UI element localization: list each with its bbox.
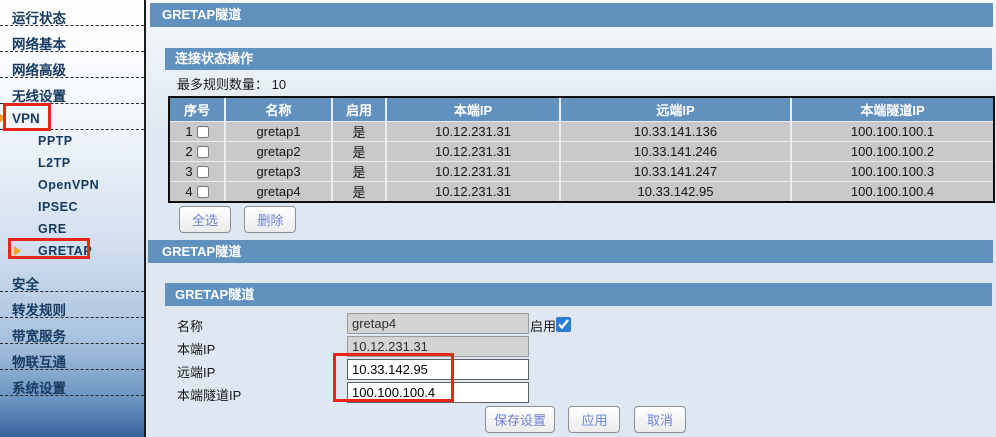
cell-tunnel-ip: 100.100.100.4 [791, 181, 993, 201]
row-index-cell: 4 [170, 181, 225, 201]
cell-remote-ip: 10.33.141.136 [560, 121, 791, 141]
cell-remote-ip: 10.33.142.95 [560, 181, 791, 201]
sidebar-item-openvpn[interactable]: OpenVPN [0, 174, 144, 196]
row-select-checkbox[interactable] [197, 166, 209, 178]
cell-remote-ip: 10.33.141.246 [560, 141, 791, 161]
sidebar-item-network-basic[interactable]: 网络基本 [0, 26, 144, 52]
row-select-checkbox[interactable] [197, 126, 209, 138]
sidebar-item-gre[interactable]: GRE [0, 218, 144, 240]
delete-button[interactable]: 删除 [244, 206, 296, 233]
orange-arrow-icon [14, 246, 21, 256]
cell-name: gretap3 [225, 161, 332, 181]
row-number: 1 [185, 124, 192, 139]
cell-remote-ip: 10.33.141.247 [560, 161, 791, 181]
sidebar-item-l2tp[interactable]: L2TP [0, 152, 144, 174]
column-header-enabled: 启用 [332, 98, 386, 121]
tunnel-ip-field[interactable] [347, 382, 529, 403]
sidebar-item-gretap-label: GRETAP [38, 244, 92, 258]
connection-status-section-header: 连接状态操作 [165, 48, 992, 70]
orange-arrow-icon [0, 113, 6, 123]
cell-local-ip: 10.12.231.31 [386, 181, 560, 201]
main-content: GRETAP隧道 连接状态操作 最多规则数量： 10 序号 名称 启用 本端IP… [148, 0, 996, 437]
row-number: 2 [185, 144, 192, 159]
table-row: 3 gretap3 是 10.12.231.31 10.33.141.247 1… [170, 161, 993, 181]
vpn-submenu: PPTP L2TP OpenVPN IPSEC GRE GRETAP [0, 130, 144, 262]
cell-enabled: 是 [332, 141, 386, 161]
column-header-local-ip: 本端IP [386, 98, 560, 121]
remote-ip-label: 远端IP [177, 362, 215, 381]
table-row: 2 gretap2 是 10.12.231.31 10.33.141.246 1… [170, 141, 993, 161]
remote-ip-field[interactable] [347, 359, 529, 380]
cell-name: gretap2 [225, 141, 332, 161]
name-label: 名称 [177, 316, 203, 335]
column-header-remote-ip: 远端IP [560, 98, 791, 121]
save-settings-button[interactable]: 保存设置 [485, 406, 555, 433]
column-header-name: 名称 [225, 98, 332, 121]
cell-local-ip: 10.12.231.31 [386, 141, 560, 161]
local-ip-field[interactable] [347, 336, 529, 357]
cell-name: gretap4 [225, 181, 332, 201]
local-ip-label: 本端IP [177, 339, 215, 358]
cell-enabled: 是 [332, 161, 386, 181]
sidebar-nav: 运行状态 网络基本 网络高级 无线设置 VPN PPTP L2TP OpenVP… [0, 0, 146, 437]
sidebar-item-forwarding-rules[interactable]: 转发规则 [0, 292, 144, 318]
sidebar-item-network-advanced[interactable]: 网络高级 [0, 52, 144, 78]
row-select-checkbox[interactable] [197, 146, 209, 158]
page-title: GRETAP隧道 [150, 3, 993, 27]
enable-checkbox[interactable] [556, 317, 571, 332]
cell-local-ip: 10.12.231.31 [386, 121, 560, 141]
sidebar-item-gretap[interactable]: GRETAP [0, 240, 144, 262]
cell-enabled: 是 [332, 121, 386, 141]
apply-button[interactable]: 应用 [568, 406, 620, 433]
max-rules-text: 最多规则数量： 10 [177, 74, 286, 93]
cell-tunnel-ip: 100.100.100.2 [791, 141, 993, 161]
cell-local-ip: 10.12.231.31 [386, 161, 560, 181]
column-header-index: 序号 [170, 98, 225, 121]
gretap-tunnel-panel-header: GRETAP隧道 [165, 283, 992, 306]
row-index-cell: 1 [170, 121, 225, 141]
row-index-cell: 3 [170, 161, 225, 181]
sidebar-item-iot-interconnect[interactable]: 物联互通 [0, 344, 144, 370]
tunnel-ip-label: 本端隧道IP [177, 385, 241, 404]
column-header-tunnel-ip: 本端隧道IP [791, 98, 993, 121]
table-header-row: 序号 名称 启用 本端IP 远端IP 本端隧道IP [170, 98, 993, 121]
sidebar-item-wireless-settings[interactable]: 无线设置 [0, 78, 144, 104]
enable-label: 启用 [530, 316, 556, 335]
row-select-checkbox[interactable] [197, 186, 209, 198]
name-field[interactable] [347, 313, 529, 334]
cell-tunnel-ip: 100.100.100.3 [791, 161, 993, 181]
sidebar-item-pptp[interactable]: PPTP [0, 130, 144, 152]
sidebar-item-vpn[interactable]: VPN [0, 104, 144, 130]
cancel-button[interactable]: 取消 [634, 406, 686, 433]
select-all-button[interactable]: 全选 [179, 206, 231, 233]
sidebar-item-running-status[interactable]: 运行状态 [0, 0, 144, 26]
sidebar-item-bandwidth-services[interactable]: 带宽服务 [0, 318, 144, 344]
sidebar-item-ipsec[interactable]: IPSEC [0, 196, 144, 218]
cell-name: gretap1 [225, 121, 332, 141]
sidebar-item-system-settings[interactable]: 系统设置 [0, 370, 144, 396]
row-number: 4 [185, 184, 192, 199]
tunnel-rules-table: 序号 名称 启用 本端IP 远端IP 本端隧道IP 1 gretap1 是 10… [168, 96, 995, 203]
row-index-cell: 2 [170, 141, 225, 161]
sidebar-item-vpn-label: VPN [12, 111, 40, 126]
gretap-tunnel-section-bar: GRETAP隧道 [148, 240, 993, 263]
sidebar-item-security[interactable]: 安全 [0, 266, 144, 292]
table-row: 4 gretap4 是 10.12.231.31 10.33.142.95 10… [170, 181, 993, 201]
cell-enabled: 是 [332, 181, 386, 201]
table-row: 1 gretap1 是 10.12.231.31 10.33.141.136 1… [170, 121, 993, 141]
row-number: 3 [185, 164, 192, 179]
cell-tunnel-ip: 100.100.100.1 [791, 121, 993, 141]
